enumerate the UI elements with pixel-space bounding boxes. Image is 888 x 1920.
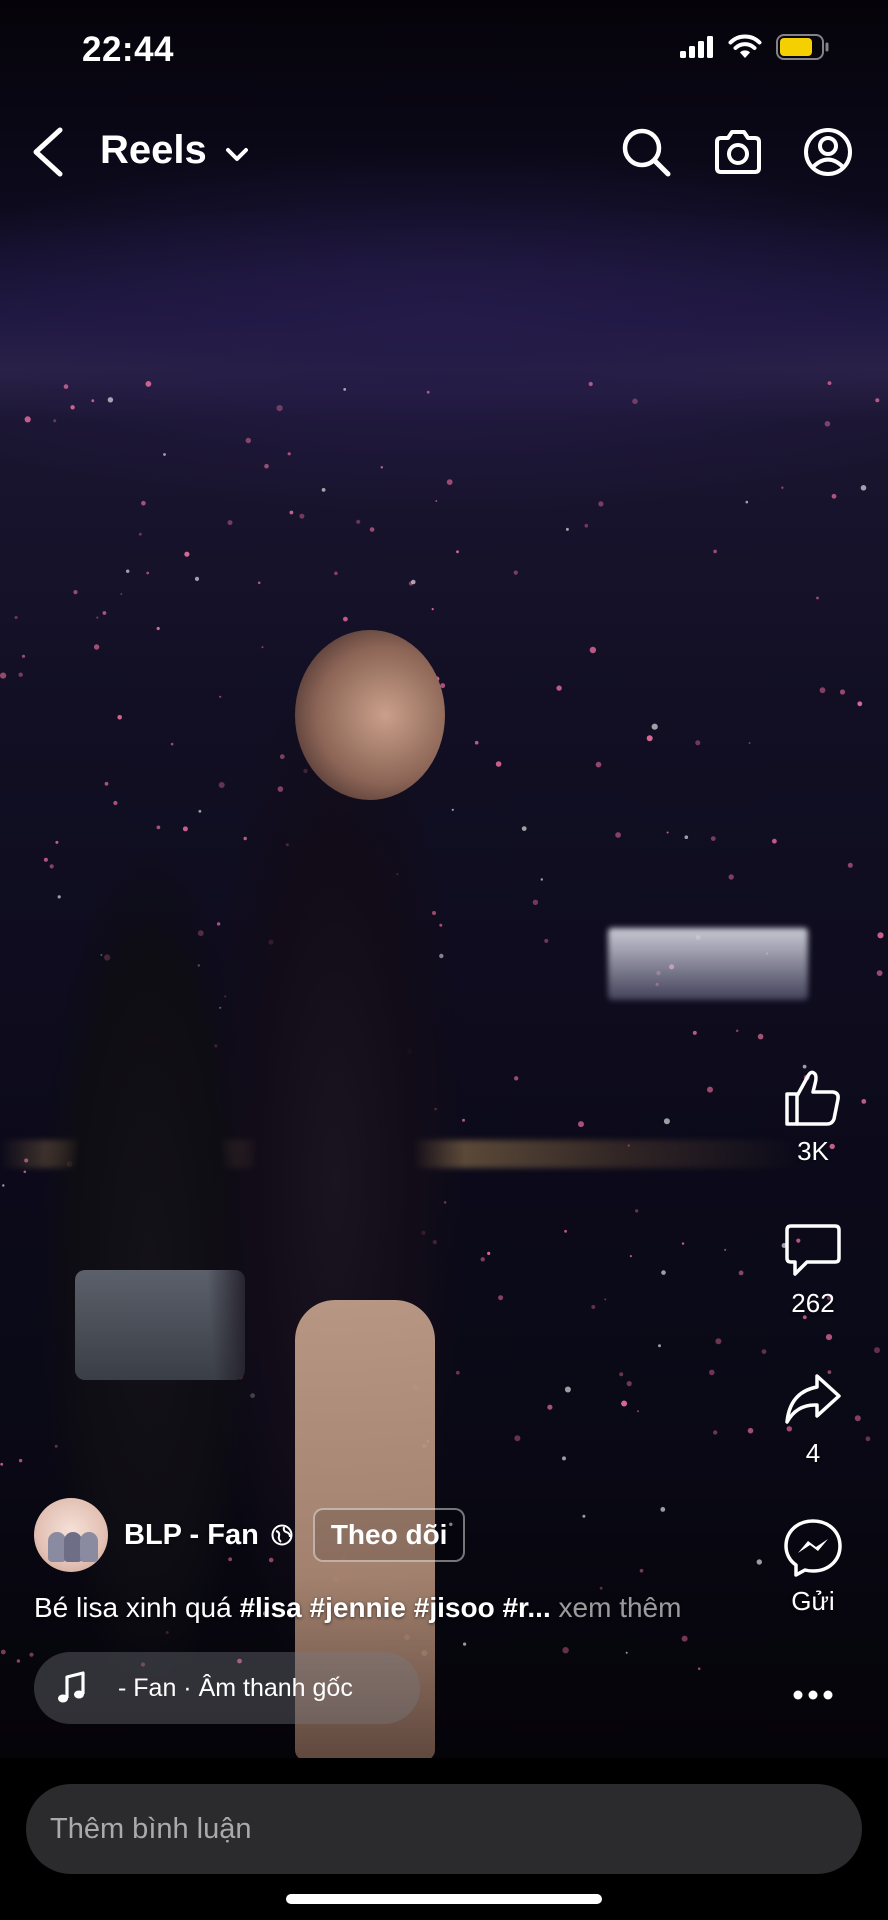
camera-icon[interactable] [712,126,764,178]
like-button[interactable]: 3K [758,1066,868,1167]
share-icon [785,1374,841,1424]
share-button[interactable]: 4 [758,1368,868,1469]
caption-hashtags[interactable]: #lisa #jennie #jisoo #r... [239,1592,550,1623]
avatar[interactable] [34,1498,108,1572]
author-row: BLP - Fan Theo dõi [34,1498,466,1572]
globe-icon [271,1524,293,1546]
profile-icon[interactable] [802,126,854,178]
caption-text: Bé lisa xinh quá [34,1592,240,1623]
wifi-icon [728,34,762,58]
reel-video[interactable] [0,0,888,1758]
reels-screen: 22:44 Reels 3K 262 4 Gửi BLP - Fan Theo … [0,0,888,1920]
like-icon [785,1070,840,1126]
author-name[interactable]: BLP - Fan [124,1519,259,1552]
battery-level [780,38,812,56]
home-indicator[interactable] [286,1894,602,1904]
follow-button[interactable]: Theo dõi [312,1508,466,1562]
search-icon[interactable] [620,126,672,178]
audio-label: - Fan · Âm thanh gốc [118,1673,353,1702]
caption[interactable]: Bé lisa xinh quá #lisa #jennie #jisoo #r… [34,1592,774,1624]
more-icon [793,1690,833,1700]
page-title[interactable]: Reels [100,128,207,173]
comment-bar [0,1758,888,1920]
battery-icon [776,34,829,60]
comment-count: 262 [791,1288,835,1318]
more-options-button[interactable] [758,1680,868,1710]
see-more-link[interactable]: xem thêm [551,1592,682,1623]
back-icon[interactable] [24,122,74,182]
cellular-signal-icon [680,36,713,58]
comment-icon [785,1224,841,1276]
like-count: 3K [797,1136,829,1166]
comment-button[interactable]: 262 [758,1218,868,1319]
comment-input[interactable] [26,1784,862,1874]
reels-header: Reels [0,112,888,192]
chevron-down-icon[interactable] [222,140,252,170]
status-time: 22:44 [82,30,175,69]
send-button[interactable]: Gửi [758,1516,868,1617]
performer-center [185,620,485,1758]
music-note-icon [58,1671,85,1703]
share-count: 4 [805,1438,821,1468]
send-label: Gửi [791,1586,835,1616]
messenger-icon [784,1519,842,1577]
status-bar: 22:44 [0,0,888,100]
status-icons [680,34,830,60]
stage-booth [608,928,808,1000]
audio-pill[interactable]: - Fan · Âm thanh gốc [34,1652,420,1724]
